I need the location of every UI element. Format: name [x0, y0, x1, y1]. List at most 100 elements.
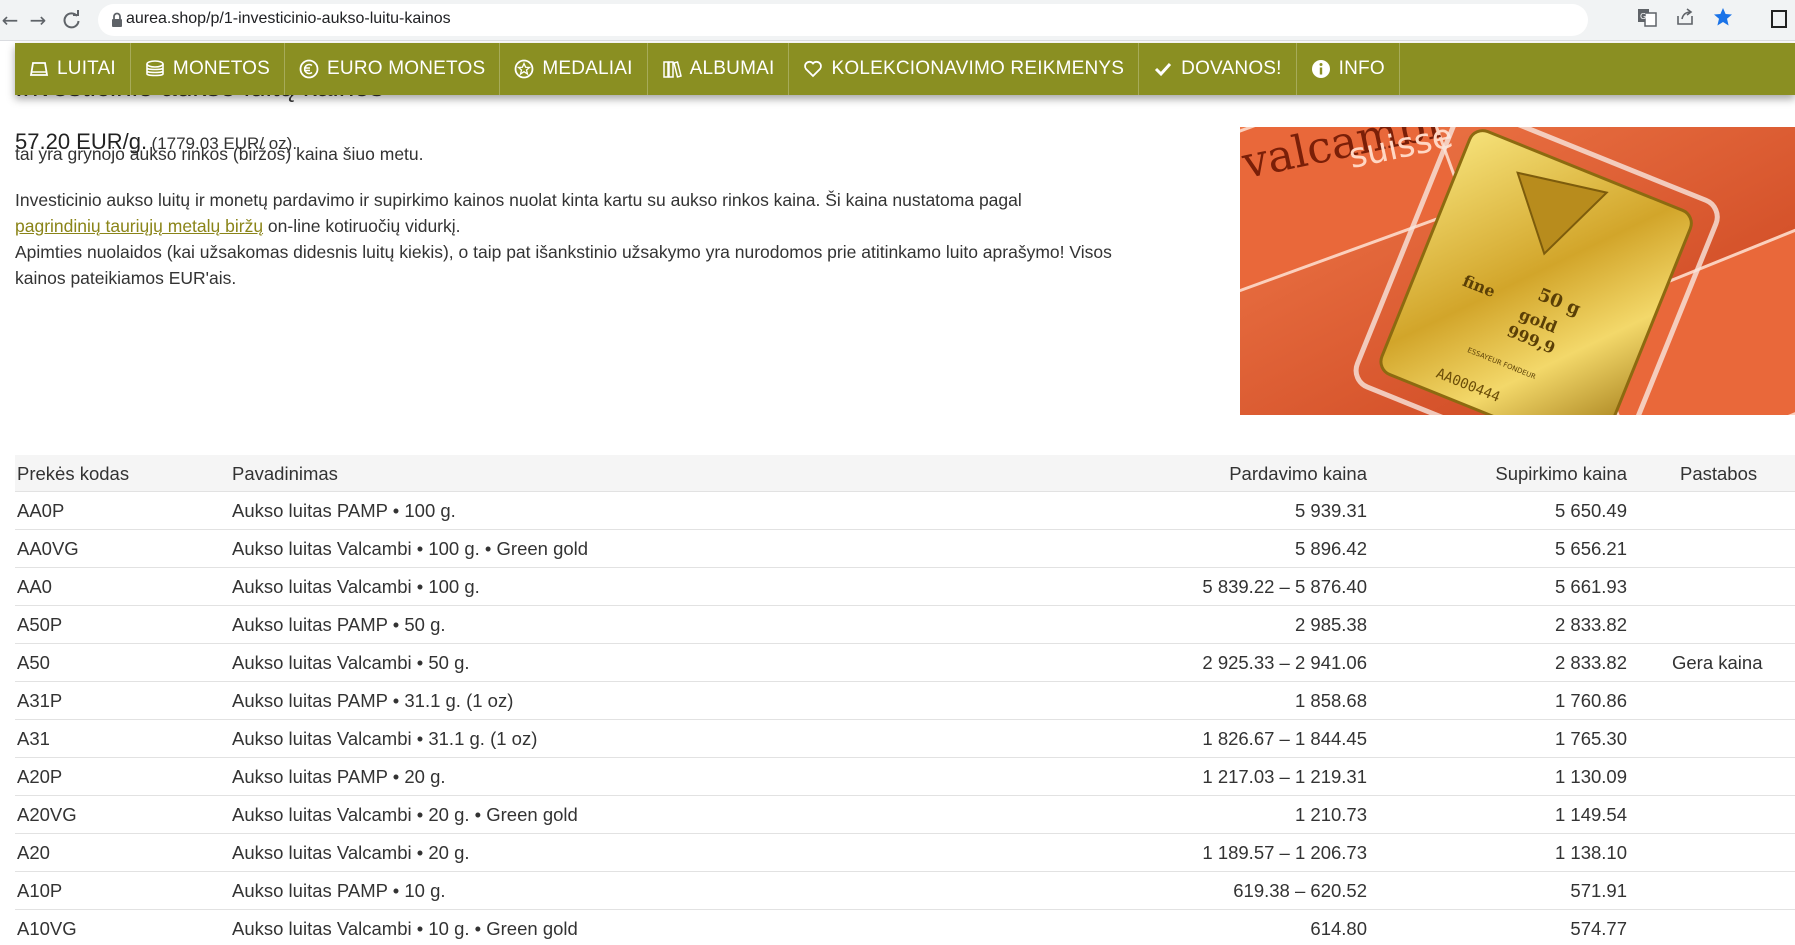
intro-text-end: on-line kotiruočių vidurkį. — [263, 216, 461, 236]
row-sell-price: 619.38 – 620.52 — [1233, 880, 1367, 901]
row-buy-price: 571.91 — [1570, 880, 1627, 901]
table-header: Prekės kodas Pavadinimas Pardavimo kaina… — [15, 455, 1795, 492]
row-sell-price: 614.80 — [1310, 918, 1367, 939]
table-row[interactable]: A10P Aukso luitas PAMP • 10 g. 619.38 – 62… — [15, 872, 1795, 910]
row-code: A31P — [17, 690, 63, 711]
header-name: Pavadinimas — [232, 463, 338, 484]
books-icon — [662, 61, 682, 78]
svg-text:G: G — [1640, 12, 1646, 21]
row-sell-price: 1 826.67 – 1 844.45 — [1202, 728, 1367, 749]
nav-label: INFO — [1338, 58, 1385, 79]
row-name[interactable]: Aukso luitas PAMP • 31.1 g. (1 oz) — [232, 690, 513, 712]
discount-text: Apimties nuolaidos (kai užsakomas didesn… — [15, 242, 1112, 288]
table-row[interactable]: A50 Aukso luitas Valcambi • 50 g. 2 925.33… — [15, 644, 1795, 682]
main-nav: LUITAI MONETOS EURO MONETOS MEDALIAI ALB… — [15, 43, 1795, 95]
reload-icon[interactable] — [58, 6, 86, 34]
table-row[interactable]: AA0P Aukso luitas PAMP • 100 g. 5 939.31 5 … — [15, 492, 1795, 530]
gold-bar-icon — [29, 62, 49, 76]
gold-bar-image: valcambi suisse 50 g fine gold 999,9 ESS… — [1240, 127, 1795, 415]
lock-icon[interactable] — [108, 11, 126, 29]
row-code: A20 — [17, 842, 50, 863]
sidebar-icon[interactable] — [1771, 10, 1787, 28]
row-buy-price: 5 661.93 — [1554, 576, 1627, 597]
price-note: tai yra grynojo aukso rinkos (biržos) ka… — [15, 144, 424, 164]
row-name[interactable]: Aukso luitas PAMP • 10 g. — [232, 880, 446, 902]
medal-icon — [514, 59, 534, 79]
table-row[interactable]: A10VG Aukso luitas Valcambi • 10 g. • Gre… — [15, 910, 1795, 945]
nav-item-euro-monetos[interactable]: EURO MONETOS — [285, 43, 501, 95]
row-buy-price: 2 833.82 — [1554, 614, 1627, 635]
table-row[interactable]: A31 Aukso luitas Valcambi • 31.1 g. (1 oz… — [15, 720, 1795, 758]
table-row[interactable]: A20VG Aukso luitas Valcambi • 20 g. • Gre… — [15, 796, 1795, 834]
nav-label: EURO MONETOS — [327, 58, 486, 79]
price-table: Prekės kodas Pavadinimas Pardavimo kaina… — [15, 455, 1795, 945]
row-sell-price: 1 210.73 — [1294, 804, 1367, 825]
row-buy-price: 1 765.30 — [1554, 728, 1627, 749]
row-code: AA0 — [17, 576, 52, 597]
exchanges-link[interactable]: pagrindinių tauriųjų metalų biržų — [15, 216, 263, 236]
row-buy-price: 5 656.21 — [1554, 538, 1627, 559]
table-row[interactable]: AA0VG Aukso luitas Valcambi • 100 g. • Gr… — [15, 530, 1795, 568]
nav-item-luitai[interactable]: LUITAI — [15, 43, 131, 95]
nav-label: MONETOS — [172, 58, 271, 79]
row-sell-price: 5 896.42 — [1294, 538, 1367, 559]
row-sell-price: 2 925.33 – 2 941.06 — [1202, 652, 1367, 673]
forward-icon[interactable]: → — [24, 6, 52, 34]
nav-label: DOVANOS! — [1181, 58, 1282, 79]
table-row[interactable]: A20P Aukso luitas PAMP • 20 g. 1 217.03 – … — [15, 758, 1795, 796]
nav-item-albumai[interactable]: ALBUMAI — [648, 43, 790, 95]
row-note: Gera kaina — [1672, 652, 1763, 673]
check-icon — [1155, 62, 1172, 77]
table-body: AA0P Aukso luitas PAMP • 100 g. 5 939.31 5 … — [15, 492, 1795, 945]
row-buy-price: 574.77 — [1570, 918, 1627, 939]
info-icon — [1311, 60, 1330, 78]
header-buy: Supirkimo kaina — [1495, 463, 1627, 484]
row-name[interactable]: Aukso luitas Valcambi • 20 g. • Green go… — [232, 804, 578, 826]
row-name[interactable]: Aukso luitas PAMP • 20 g. — [232, 766, 446, 788]
url-text[interactable]: aurea.shop/p/1-investicinio-aukso-luitu-… — [126, 10, 451, 28]
row-name[interactable]: Aukso luitas Valcambi • 100 g. — [232, 576, 480, 598]
row-code: A20VG — [17, 804, 77, 825]
row-code: A20P — [17, 766, 63, 787]
browser-toolbar: ← → aurea.shop/p/1-investicinio-aukso-lu… — [0, 0, 1795, 41]
table-row[interactable]: A20 Aukso luitas Valcambi • 20 g. 1 189.57… — [15, 834, 1795, 872]
row-code: AA0P — [17, 500, 65, 521]
nav-item-kolekcionavimo-reikmenys[interactable]: KOLEKCIONAVIMO REIKMENYS — [789, 43, 1140, 95]
row-code: A10P — [17, 880, 63, 901]
translate-icon[interactable]: G — [1637, 7, 1657, 27]
row-sell-price: 5 939.31 — [1294, 500, 1367, 521]
row-buy-price: 1 130.09 — [1554, 766, 1627, 787]
row-buy-price: 2 833.82 — [1554, 652, 1627, 673]
row-sell-price: 2 985.38 — [1294, 614, 1367, 635]
row-buy-price: 1 149.54 — [1554, 804, 1627, 825]
bookmark-star-icon[interactable] — [1713, 7, 1733, 27]
heart-icon — [804, 60, 823, 78]
row-sell-price: 5 839.22 – 5 876.40 — [1202, 576, 1367, 597]
page-content: Investicinio aukso luitų kainos LUITAI M… — [0, 41, 1795, 945]
row-sell-price: 1 189.57 – 1 206.73 — [1202, 842, 1367, 863]
row-name[interactable]: Aukso luitas Valcambi • 31.1 g. (1 oz) — [232, 728, 537, 750]
intro-paragraph: Investicinio aukso luitų ir monetų parda… — [15, 187, 1145, 291]
row-name[interactable]: Aukso luitas PAMP • 50 g. — [232, 614, 446, 636]
row-name[interactable]: Aukso luitas Valcambi • 10 g. • Green go… — [232, 918, 578, 940]
row-name[interactable]: Aukso luitas Valcambi • 20 g. — [232, 842, 470, 864]
address-bar[interactable]: aurea.shop/p/1-investicinio-aukso-luitu-… — [98, 4, 1588, 36]
table-row[interactable]: AA0 Aukso luitas Valcambi • 100 g. 5 839.2… — [15, 568, 1795, 606]
back-icon[interactable]: ← — [0, 6, 24, 34]
share-icon[interactable] — [1675, 7, 1695, 27]
nav-item-info[interactable]: INFO — [1297, 43, 1400, 95]
nav-label: LUITAI — [57, 58, 116, 79]
nav-item-dovanos[interactable]: DOVANOS! — [1139, 43, 1297, 95]
row-sell-price: 1 858.68 — [1294, 690, 1367, 711]
nav-item-medaliai[interactable]: MEDALIAI — [500, 43, 648, 95]
row-buy-price: 1 760.86 — [1554, 690, 1627, 711]
table-row[interactable]: A31P Aukso luitas PAMP • 31.1 g. (1 oz) 1 … — [15, 682, 1795, 720]
nav-item-monetos[interactable]: MONETOS — [131, 43, 286, 95]
row-name[interactable]: Aukso luitas Valcambi • 50 g. — [232, 652, 470, 674]
row-code: A50 — [17, 652, 50, 673]
row-name[interactable]: Aukso luitas PAMP • 100 g. — [232, 500, 456, 522]
row-buy-price: 1 138.10 — [1554, 842, 1627, 863]
table-row[interactable]: A50P Aukso luitas PAMP • 50 g. 2 985.38 2 8… — [15, 606, 1795, 644]
header-code: Prekės kodas — [17, 463, 130, 484]
row-name[interactable]: Aukso luitas Valcambi • 100 g. • Green g… — [232, 538, 588, 560]
